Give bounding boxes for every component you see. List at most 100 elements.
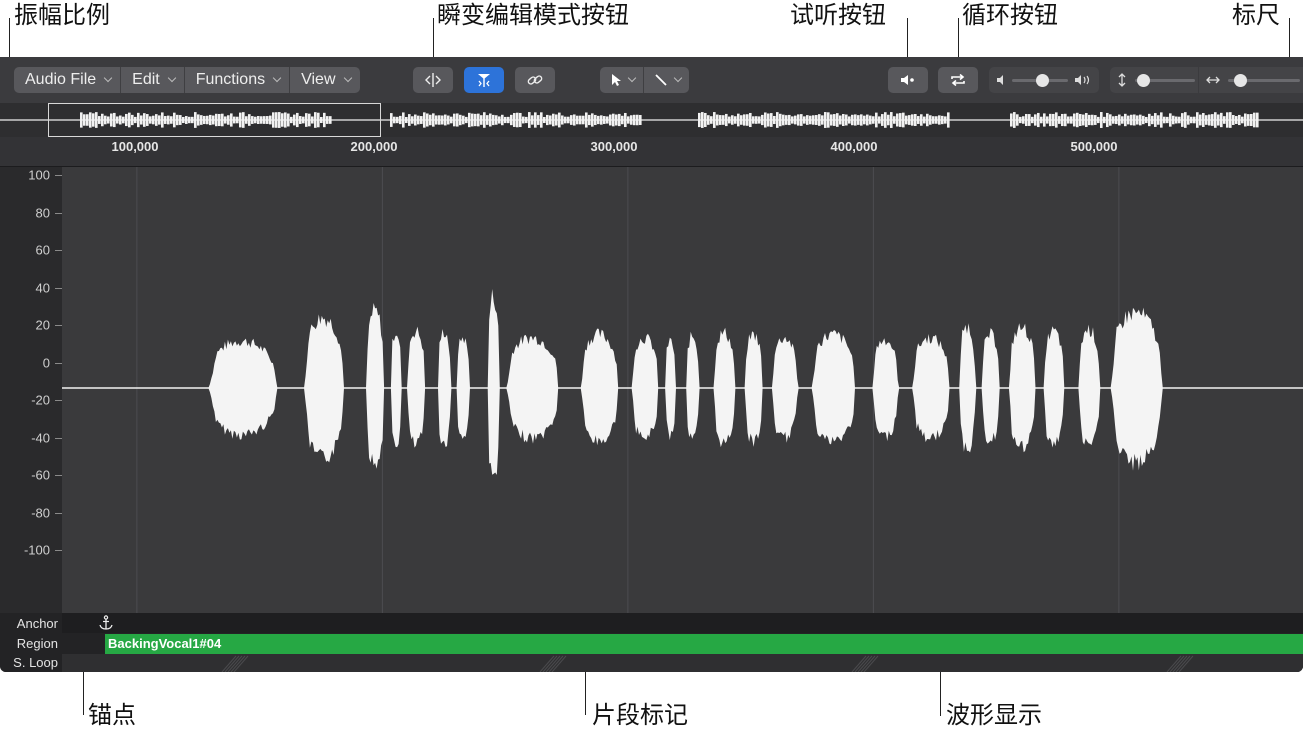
link-button[interactable]: [515, 67, 555, 93]
overview-bar: [561, 115, 564, 125]
overview-bar: [1037, 112, 1040, 128]
overview-bar: [522, 116, 525, 124]
loop-button[interactable]: [938, 67, 978, 93]
menu-functions[interactable]: Functions: [185, 67, 291, 93]
overview-bar: [1067, 116, 1070, 124]
anchor-icon[interactable]: [98, 615, 114, 631]
horizontal-zoom-slider[interactable]: [1228, 73, 1300, 87]
sloop-lane[interactable]: [62, 654, 1303, 672]
overview-bar: [1247, 114, 1250, 126]
overview-bar: [576, 115, 579, 125]
overview-bar: [1016, 114, 1019, 126]
waveform-segment: [304, 314, 350, 463]
overview-bar: [752, 116, 755, 124]
overview-bar: [408, 114, 411, 126]
preview-button[interactable]: [888, 67, 928, 93]
overview-bar: [1148, 113, 1151, 127]
overview-bar: [911, 114, 914, 126]
vertical-zoom-icon: [1118, 73, 1126, 87]
pencil-tool-menu[interactable]: [644, 67, 689, 93]
overview-bar: [567, 116, 570, 124]
audio-file-editor: Audio File Edit Functions View 100,000 2…: [0, 57, 1303, 672]
amplitude-label: 20: [35, 317, 50, 333]
overview-bar: [420, 116, 423, 124]
overview-bar: [1112, 116, 1115, 124]
overview-bar: [1028, 114, 1031, 126]
pointer-tool-menu[interactable]: [600, 67, 644, 93]
overview-bar: [1049, 113, 1052, 127]
overview-bar: [1133, 114, 1136, 126]
overview-bar: [393, 116, 396, 124]
overview-bar: [701, 112, 704, 128]
preview-button-callout: 试听按钮: [790, 1, 886, 29]
overview-bar: [758, 116, 761, 124]
overview-bar: [1169, 113, 1172, 127]
amplitude-tick: [55, 287, 62, 289]
ruler-tick-500000: 500,000: [1070, 139, 1118, 154]
overview-bar: [899, 113, 902, 127]
overview-bar: [411, 116, 414, 124]
waveform-segment: [631, 333, 663, 440]
sloop-hatch: [1169, 655, 1185, 672]
waveform-display[interactable]: [62, 167, 1303, 613]
ruler-tick-200000: 200,000: [350, 139, 398, 154]
overview-bar: [1013, 112, 1016, 128]
overview-bar: [1022, 116, 1025, 124]
overview-bar: [549, 115, 552, 125]
amplitude-scale-callout: 振幅比例: [14, 1, 110, 29]
waveform-segment: [366, 303, 388, 469]
sloop-hatch: [230, 655, 246, 672]
overview-bar: [498, 116, 501, 124]
overview-bar: [842, 114, 845, 126]
amplitude-label: -60: [31, 467, 50, 483]
overview-bar: [471, 113, 474, 127]
overview-bar: [764, 112, 767, 128]
horizontal-zoom-thumb[interactable]: [1234, 73, 1247, 87]
overview-bar: [1085, 113, 1088, 127]
overview-bar: [923, 116, 926, 124]
flex-marker-button[interactable]: [464, 67, 504, 93]
overview-bar: [537, 115, 540, 125]
overview-bar: [456, 113, 459, 127]
menu-audio-file[interactable]: Audio File: [14, 67, 122, 93]
overview-bar: [944, 116, 947, 124]
sloop-lane-label: S. Loop: [13, 655, 58, 670]
sloop-hatch: [863, 655, 879, 672]
overview-bar: [543, 116, 546, 124]
overview-bar: [818, 114, 821, 126]
region-marker[interactable]: BackingVocal1#04: [105, 634, 1303, 654]
overview-visible-range[interactable]: [48, 103, 381, 137]
overview-bar: [833, 114, 836, 126]
overview-bar: [489, 113, 492, 127]
transient-edit-button[interactable]: [413, 67, 453, 93]
overview-bar: [845, 114, 848, 126]
overview-bar: [896, 113, 899, 127]
vertical-zoom-thumb[interactable]: [1137, 73, 1150, 87]
menu-edit[interactable]: Edit: [121, 67, 185, 93]
waveform-overview[interactable]: [0, 103, 1303, 137]
waveform-segment: [1078, 324, 1104, 445]
overview-bar: [558, 112, 561, 128]
overview-bar: [941, 115, 944, 125]
sample-ruler[interactable]: 100,000 200,000 300,000 400,000 500,000: [0, 137, 1303, 167]
overview-bar: [525, 116, 528, 124]
waveform-segment: [686, 331, 702, 439]
overview-bar: [546, 114, 549, 126]
overview-bar: [1136, 115, 1139, 125]
chevron-down-icon: [673, 73, 683, 83]
volume-slider-thumb[interactable]: [1036, 73, 1049, 87]
overview-bar: [627, 116, 630, 124]
overview-bar: [573, 114, 576, 126]
menu-bar: Audio File Edit Functions View: [14, 67, 360, 93]
overview-bar: [782, 114, 785, 126]
menu-view[interactable]: View: [290, 67, 359, 93]
waveform-segment: [407, 326, 429, 448]
sloop-hatch: [1178, 655, 1194, 672]
waveform-segment: [1043, 326, 1068, 448]
vertical-zoom-slider[interactable]: [1135, 73, 1195, 87]
volume-slider[interactable]: [1012, 73, 1068, 87]
overview-bar: [935, 116, 938, 124]
overview-bar: [1046, 116, 1049, 124]
overview-bar: [1250, 113, 1253, 127]
overview-bar: [639, 115, 642, 125]
